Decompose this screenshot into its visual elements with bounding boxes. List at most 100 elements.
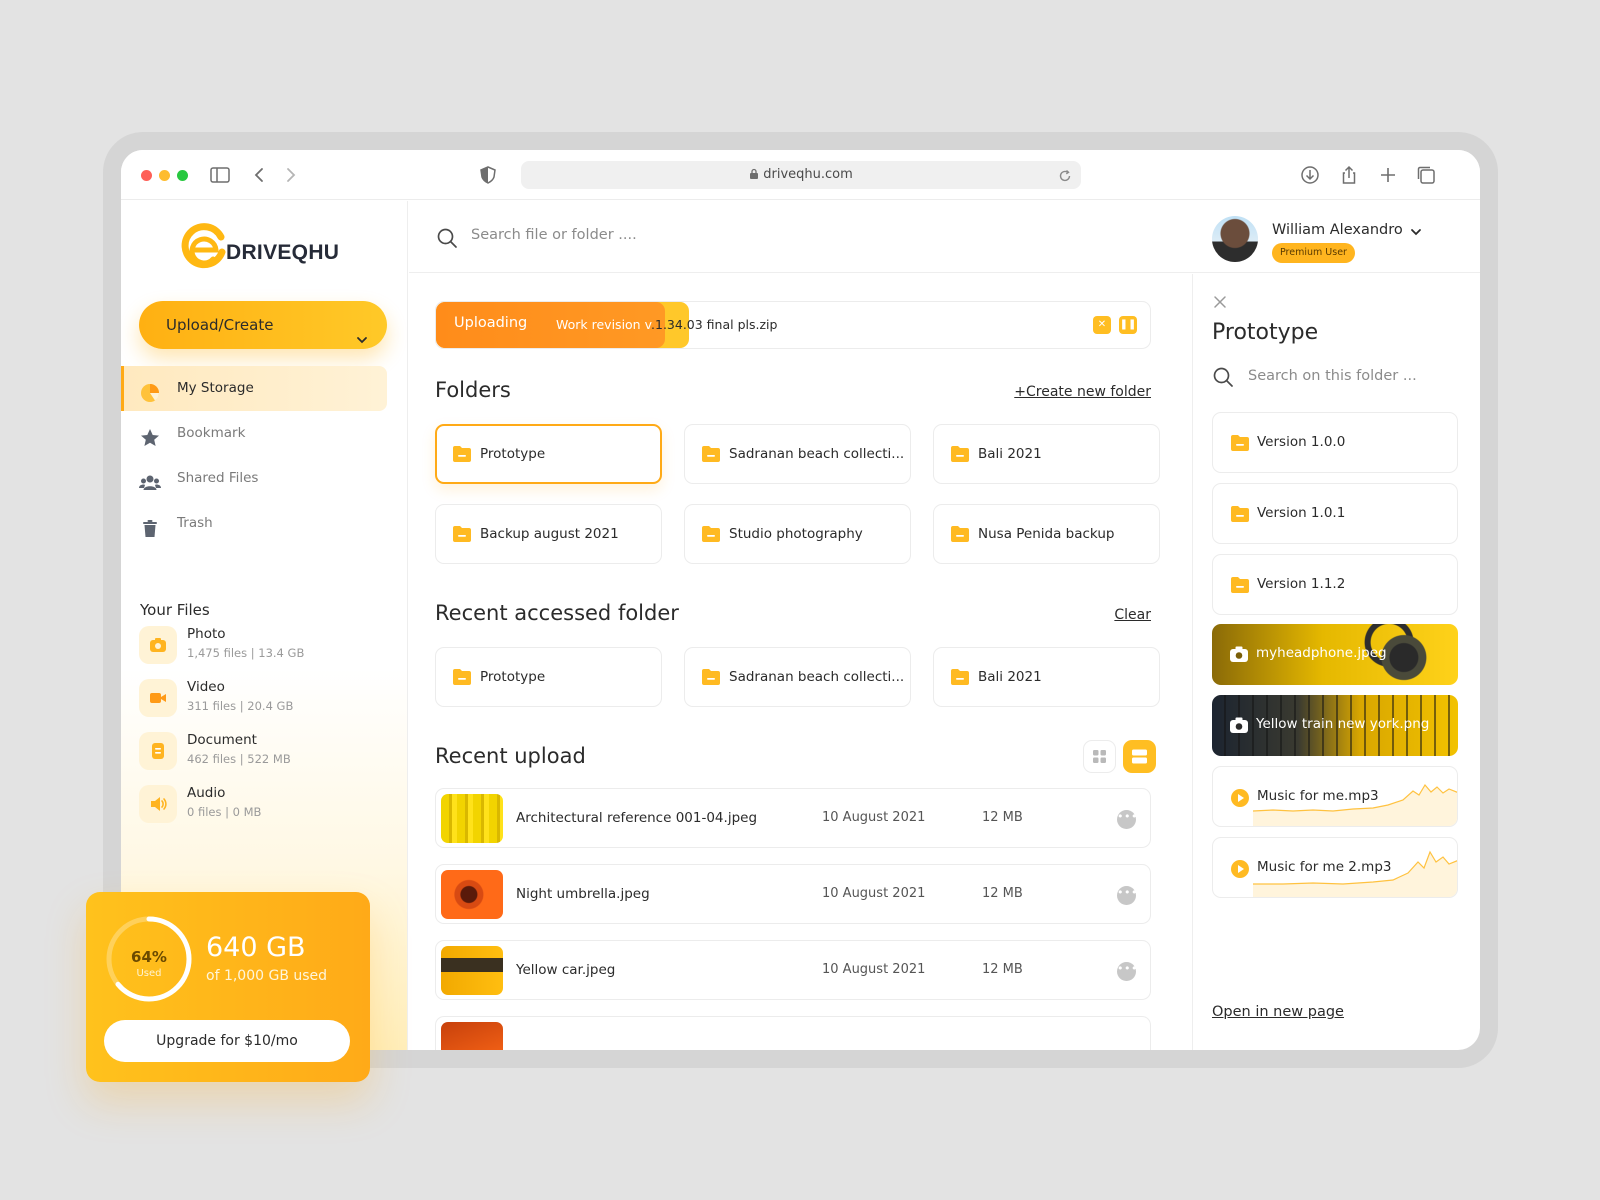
upload-row-partial[interactable] (435, 1016, 1151, 1050)
more-options-icon[interactable]: ••• (1117, 962, 1137, 981)
clear-recent-link[interactable]: Clear (1114, 607, 1151, 623)
storage-percent: 64% (131, 948, 167, 966)
sidebar-toggle-icon[interactable] (209, 164, 231, 186)
play-icon[interactable] (1230, 788, 1250, 812)
panel-folder-item[interactable]: Version 1.1.2 (1212, 554, 1458, 615)
folder-card[interactable]: Prototype (435, 424, 662, 484)
close-icon[interactable] (1212, 294, 1228, 314)
panel-photo-item[interactable]: myheadphone.jpeg (1212, 624, 1458, 685)
search-input[interactable]: Search file or folder .... (471, 227, 637, 243)
folder-icon (701, 445, 721, 467)
new-tab-icon[interactable] (1377, 164, 1399, 186)
tabs-overview-icon[interactable] (1415, 164, 1437, 186)
create-folder-link[interactable]: +Create new folder (1014, 384, 1151, 400)
file-date: 10 August 2021 (822, 962, 926, 977)
more-options-icon[interactable]: ••• (1117, 810, 1137, 829)
video-icon (148, 688, 168, 708)
folder-icon (950, 525, 970, 547)
shield-icon[interactable] (477, 164, 499, 186)
recent-folder-card[interactable]: Sadranan beach collecti... (684, 647, 911, 707)
reload-icon[interactable] (1057, 167, 1073, 195)
recent-upload-title: Recent upload (435, 744, 586, 768)
file-name: Architectural reference 001-04.jpeg (516, 810, 758, 826)
nav-item-trash[interactable]: Trash (121, 501, 387, 546)
upload-create-label: Upload/Create (166, 316, 274, 334)
file-type-meta: 462 files | 522 MB (187, 752, 291, 766)
pause-upload-button[interactable]: ❚❚ (1119, 316, 1137, 334)
folder-icon (1230, 434, 1250, 456)
nav-item-my-storage[interactable]: My Storage (121, 366, 387, 411)
thumbnail-image (441, 946, 503, 995)
more-options-icon[interactable]: ••• (1117, 886, 1137, 905)
share-icon[interactable] (1338, 164, 1360, 186)
download-icon[interactable] (1299, 164, 1321, 186)
uploading-file-prefix: Work revision v (556, 317, 652, 332)
grid-icon (1093, 750, 1106, 763)
forward-arrow-icon[interactable] (279, 164, 301, 186)
file-type-document[interactable]: Document 462 files | 522 MB (139, 732, 379, 774)
file-type-icon-bg (139, 785, 177, 823)
minimize-window-button[interactable] (159, 170, 170, 181)
close-window-button[interactable] (141, 170, 152, 181)
storage-card: 64% Used 640 GB of 1,000 GB used Upgrade… (86, 892, 370, 1082)
panel-item-name: Music for me 2.mp3 (1257, 859, 1392, 875)
file-type-photo[interactable]: Photo 1,475 files | 13.4 GB (139, 626, 379, 668)
panel-search-input[interactable]: Search on this folder ... (1248, 368, 1417, 384)
upload-row[interactable]: Night umbrella.jpeg 10 August 2021 12 MB… (435, 864, 1151, 924)
play-icon[interactable] (1230, 859, 1250, 883)
folder-icon (950, 445, 970, 467)
top-bar: Search file or folder .... William Alexa… (409, 201, 1480, 273)
uploading-file-name: Work revision v.1.34.03 final pls.zip (556, 317, 777, 332)
file-type-video[interactable]: Video 311 files | 20.4 GB (139, 679, 379, 721)
nav-item-label: My Storage (177, 380, 254, 396)
folder-icon (1230, 576, 1250, 598)
panel-audio-item[interactable]: Music for me 2.mp3 (1212, 837, 1458, 898)
folder-card[interactable]: Sadranan beach collecti... (684, 424, 911, 484)
folder-name: Prototype (480, 669, 546, 685)
list-view-button[interactable] (1123, 740, 1156, 773)
open-new-page-link[interactable]: Open in new page (1212, 1004, 1344, 1020)
folder-icon (701, 668, 721, 690)
file-name: Night umbrella.jpeg (516, 886, 650, 902)
folder-card[interactable]: Bali 2021 (933, 424, 1160, 484)
nav-item-bookmark[interactable]: Bookmark (121, 411, 387, 456)
file-type-name: Document (187, 732, 257, 748)
grid-view-button[interactable] (1083, 740, 1116, 773)
address-bar[interactable]: driveqhu.com (521, 161, 1081, 189)
file-type-meta: 1,475 files | 13.4 GB (187, 646, 305, 660)
list-icon (1132, 749, 1147, 764)
logo-icon (181, 223, 226, 269)
folder-icon (950, 668, 970, 690)
panel-photo-item[interactable]: Yellow train new york.png (1212, 695, 1458, 756)
panel-folder-item[interactable]: Version 1.0.0 (1212, 412, 1458, 473)
upgrade-button[interactable]: Upgrade for $10/mo (104, 1020, 350, 1062)
avatar[interactable] (1212, 216, 1258, 262)
cancel-upload-button[interactable]: ✕ (1093, 316, 1111, 334)
folder-icon (1230, 505, 1250, 527)
maximize-window-button[interactable] (177, 170, 188, 181)
storage-total: of 1,000 GB used (206, 968, 328, 984)
panel-item-name: Music for me.mp3 (1257, 788, 1379, 804)
folder-card[interactable]: Backup august 2021 (435, 504, 662, 564)
file-type-audio[interactable]: Audio 0 files | 0 MB (139, 785, 379, 827)
camera-icon (1229, 645, 1249, 667)
panel-title: Prototype (1212, 320, 1319, 345)
chevron-down-icon[interactable] (1409, 224, 1423, 243)
back-arrow-icon[interactable] (249, 164, 271, 186)
folder-card[interactable]: Nusa Penida backup (933, 504, 1160, 564)
panel-item-name: Version 1.0.0 (1257, 434, 1346, 450)
panel-folder-item[interactable]: Version 1.0.1 (1212, 483, 1458, 544)
search-icon[interactable] (436, 227, 458, 253)
upload-row[interactable]: Architectural reference 001-04.jpeg 10 A… (435, 788, 1151, 848)
upload-create-button[interactable]: Upload/Create (139, 301, 387, 349)
folder-card[interactable]: Studio photography (684, 504, 911, 564)
storage-used-label: Used (136, 968, 162, 979)
recent-folder-card[interactable]: Prototype (435, 647, 662, 707)
user-name[interactable]: William Alexandro (1272, 222, 1403, 238)
nav-item-shared-files[interactable]: Shared Files (121, 456, 387, 501)
upload-row[interactable]: Yellow car.jpeg 10 August 2021 12 MB ••• (435, 940, 1151, 1000)
recent-folder-card[interactable]: Bali 2021 (933, 647, 1160, 707)
browser-toolbar: driveqhu.com (121, 150, 1480, 200)
panel-audio-item[interactable]: Music for me.mp3 (1212, 766, 1458, 827)
search-icon[interactable] (1212, 366, 1234, 392)
